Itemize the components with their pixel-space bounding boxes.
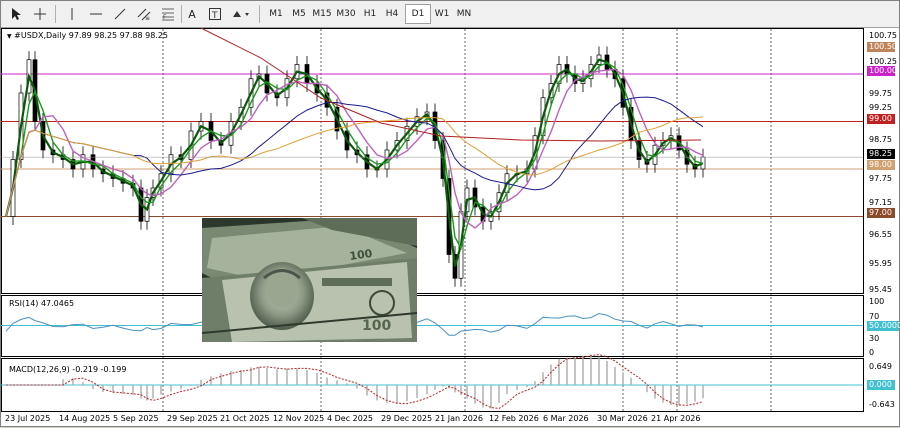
channel-tool-icon[interactable]: ≡ [135,4,153,24]
date-tick: 12 Nov 2025 [273,414,325,423]
level-badge-98-00: 98.00 [867,160,895,170]
date-tick: 21 Apr 2026 [651,414,701,423]
date-tick: 12 Feb 2026 [489,414,539,423]
text-label-tool-icon[interactable]: T [207,4,223,24]
date-tick: 21 Jan 2026 [435,414,483,423]
tf-d1[interactable]: D1 [405,4,431,24]
date-tick: 14 Aug 2025 [59,414,111,423]
price-tick: 99.25 [869,103,892,112]
symbol-info: #USDX,Daily 97.89 98.25 97.88 98.25 [14,31,169,40]
main-pane [1,28,864,294]
terminal-window: ≡ F A T M1 M5 M15 M30 H1 H4 D1 W1 MN ▼ #… [0,0,900,427]
level-badge-99-00: 99.00 [867,114,895,124]
price-tick: 97.15 [869,198,892,207]
arrows-tool-icon[interactable] [229,4,253,24]
chart-area[interactable]: ▼ #USDX,Daily 97.89 98.25 97.88 98.25 10… [1,28,900,428]
level-badge-97-00: 97.00 [867,208,895,218]
svg-text:≡: ≡ [145,15,150,21]
date-tick: 5 Sep 2025 [113,414,159,423]
rsi-tick: 30 [869,334,880,343]
vertical-line-tool-icon[interactable] [63,4,81,24]
price-tick: 95.45 [869,285,892,294]
macd-zero-badge: 0.000 [867,380,895,390]
level-badge-100-00: 100.00 [867,66,897,76]
macd-header: MACD(12,26,9) -0.219 -0.199 [9,365,127,374]
price-tick: 99.75 [869,89,892,98]
rsi-tick: 70 [869,312,880,321]
current-price-badge: 98.25 [867,149,895,159]
date-tick: 4 Dec 2025 [327,414,374,423]
text-tool-icon[interactable]: A [185,4,199,24]
rsi-header: RSI(14) 47.0465 [9,299,75,308]
svg-text:F: F [163,14,167,21]
chart-header: ▼ #USDX,Daily 97.89 98.25 97.88 98.25 [7,31,168,40]
toolbar: ≡ F A T M1 M5 M15 M30 H1 H4 D1 W1 MN [1,1,899,28]
svg-text:T: T [211,11,218,20]
crosshair-tool-icon[interactable] [31,4,49,24]
rsi-level-badge: 50.0000 [867,321,900,331]
date-tick: 29 Dec 2025 [381,414,433,423]
horizontal-line-tool-icon[interactable] [87,4,105,24]
price-tick: 100.75 [869,31,897,40]
cursor-tool-icon[interactable] [7,4,25,24]
rsi-tick: 100 [869,297,885,306]
price-tick: 96.55 [869,230,892,239]
collapse-arrow-icon: ▼ [7,33,12,40]
fibonacci-tool-icon[interactable]: F [159,4,177,24]
tf-h4[interactable]: H4 [379,4,405,24]
price-tick: 95.95 [869,259,892,268]
macd-tick: -0.643 [869,400,895,409]
date-tick: 23 Jul 2025 [5,414,51,423]
macd-tick: 0.649 [869,362,892,371]
level-badge-100-50: 100.50 [867,42,897,52]
us-dollar-banknotes-photo: 100 100 [202,218,417,342]
date-tick: 6 Mar 2026 [543,414,589,423]
price-tick: 98.75 [869,135,892,144]
tf-m30[interactable]: M30 [333,4,359,24]
date-tick: 29 Sep 2025 [167,414,218,423]
date-tick: 21 Oct 2025 [220,414,270,423]
price-tick: 97.75 [869,174,892,183]
tf-m15[interactable]: M15 [309,4,335,24]
svg-text:100: 100 [362,318,391,334]
tf-mn[interactable]: MN [451,4,477,24]
rsi-tick: 0 [869,348,875,357]
price-tick: 100.25 [869,57,897,66]
trendline-tool-icon[interactable] [111,4,129,24]
chart-canvas[interactable] [1,28,899,428]
date-tick: 30 Mar 2026 [597,414,648,423]
